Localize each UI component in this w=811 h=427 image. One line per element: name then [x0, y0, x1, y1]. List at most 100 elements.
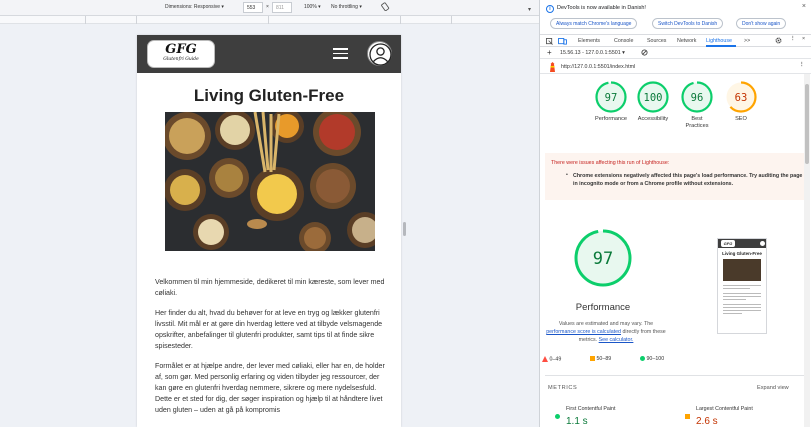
score-gauges: 97 Performance 100 Accessibility 96 Best Prac…: [540, 80, 811, 144]
article-body: Velkommen til min hjemmeside, dedikeret …: [155, 277, 385, 425]
legend-pass-range: 90–100: [646, 356, 665, 362]
notice-text: DevTools is now available in Danish!: [557, 5, 646, 11]
scrollbar-thumb[interactable]: [805, 84, 809, 164]
thumb-image: [723, 259, 761, 281]
site-header: GFG Glutenfri Guide: [137, 35, 401, 73]
lighthouse-run-bar: + 15.56.13 - 127.0.0.1:5501 ▾: [540, 47, 811, 59]
run-selector[interactable]: 15.56.13 - 127.0.0.1:5501 ▾: [560, 50, 625, 56]
average-square-icon: [685, 406, 690, 419]
gauge-score-value: 96: [691, 92, 704, 104]
device-toggle-icon[interactable]: [558, 38, 567, 47]
site-logo[interactable]: GFG Glutenfri Guide: [147, 40, 215, 68]
more-options-icon[interactable]: ⋮: [790, 36, 795, 42]
issues-warning-box: There were issues affecting this run of …: [545, 153, 807, 200]
page-screenshot-thumbnail[interactable]: GFG Living Gluten-Free: [717, 238, 767, 334]
logo-sub-text: Glutenfri Guide: [163, 57, 199, 62]
performance-description: Values are estimated and may vary. The p…: [544, 320, 668, 344]
ruler-segment[interactable]: [269, 16, 401, 24]
score-legend: 0–49 50–89 90–100: [540, 355, 811, 365]
issues-title: There were issues affecting this run of …: [551, 160, 670, 166]
score-label: SEO: [735, 116, 747, 122]
device-emulation-area: Dimensions: Responsive ▾ 553 × 811 100% …: [0, 0, 539, 427]
thumb-header: GFG: [718, 239, 766, 248]
clear-icon[interactable]: [641, 49, 648, 58]
gauge-score-value: 63: [735, 92, 748, 104]
language-notice-bar: i DevTools is now available in Danish! ×…: [540, 0, 811, 35]
audited-url[interactable]: http://127.0.0.1:5501/index.html: [561, 64, 635, 70]
score-gauge-seo[interactable]: 63 SEO: [716, 80, 766, 123]
more-tabs-button[interactable]: >>: [744, 38, 750, 44]
height-input[interactable]: 811: [272, 2, 292, 13]
expand-view-button[interactable]: Expand view: [757, 385, 789, 391]
always-match-language-button[interactable]: Always match Chrome's language: [550, 18, 638, 29]
score-label: Best Practices: [685, 116, 709, 129]
width-input[interactable]: 553: [243, 2, 263, 13]
perf-desc-text: Values are estimated and may vary. The: [558, 321, 654, 327]
article-paragraph: Velkommen til min hjemmeside, dedikeret …: [155, 278, 385, 297]
metric-value: 2.6 s: [696, 416, 718, 427]
dimensions-dropdown[interactable]: Dimensions: Responsive ▾: [165, 4, 224, 10]
devtools-tab-bar: Elements Console Sources Network Lightho…: [540, 35, 811, 47]
collapse-arrow-icon[interactable]: ▾: [528, 6, 531, 13]
ruler-segment[interactable]: [452, 16, 539, 24]
rotate-icon[interactable]: [381, 2, 390, 13]
gauge-score-value: 97: [593, 249, 613, 269]
tab-network[interactable]: Network: [677, 38, 696, 44]
dont-show-again-button[interactable]: Don't show again: [736, 18, 787, 29]
switch-to-danish-button[interactable]: Switch DevTools to Danish: [652, 18, 724, 29]
tab-console[interactable]: Console: [614, 38, 633, 44]
lighthouse-logo-icon: [549, 62, 556, 72]
metric-name: Largest Contentful Paint: [696, 406, 753, 412]
issues-item: Chrome extensions negatively affected th…: [573, 173, 803, 187]
ruler-segment[interactable]: [401, 16, 452, 24]
thumb-logo: GFG: [721, 240, 735, 247]
inspect-element-icon[interactable]: [546, 38, 553, 47]
see-calculator-link[interactable]: See calculator.: [599, 337, 634, 343]
legend-fail: 0–49: [542, 356, 561, 362]
metric-name: First Contentful Paint: [566, 406, 616, 412]
score-gauge-accessibility[interactable]: 100 Accessibility: [628, 80, 678, 123]
gauge-score-value: 97: [605, 92, 618, 104]
viewport-resize-handle[interactable]: [403, 222, 406, 236]
url-menu-icon[interactable]: ⋮: [799, 62, 804, 68]
legend-average-range: 50–89: [596, 356, 612, 362]
legend-average: 50–89: [590, 356, 611, 362]
legend-pass: 90–100: [640, 356, 664, 362]
legend-fail-range: 0–49: [549, 356, 562, 363]
page-title: Living Gluten-Free: [193, 86, 345, 105]
devtools-panel: i DevTools is now available in Danish! ×…: [539, 0, 811, 427]
ruler-segment[interactable]: [137, 16, 269, 24]
info-icon: i: [546, 5, 554, 13]
metric-value: 1.1 s: [566, 416, 588, 427]
close-devtools-icon[interactable]: ×: [802, 36, 805, 42]
tab-lighthouse[interactable]: Lighthouse: [706, 38, 732, 44]
tab-elements[interactable]: Elements: [578, 38, 600, 44]
times-sign: ×: [266, 4, 269, 10]
throttling-dropdown[interactable]: No throttling ▾: [331, 4, 362, 10]
thumb-text-lines: [723, 285, 761, 314]
gauge-score-value: 100: [644, 92, 663, 104]
performance-label: Performance: [575, 302, 631, 313]
ruler-segment[interactable]: [86, 16, 137, 24]
emulated-page: GFG Glutenfri Guide Living Gluten-Free V…: [137, 35, 401, 427]
pass-dot-icon: [555, 406, 560, 419]
section-divider: [545, 375, 807, 376]
media-query-ruler[interactable]: [0, 16, 539, 24]
profile-icon[interactable]: [367, 41, 392, 66]
performance-gauge-large[interactable]: 97: [571, 226, 635, 290]
zoom-dropdown[interactable]: 100% ▾: [304, 4, 321, 10]
hero-image-grains: [165, 112, 375, 251]
tab-sources[interactable]: Sources: [647, 38, 666, 44]
ruler-segment[interactable]: [0, 16, 86, 24]
thumb-title: Living Gluten-Free: [722, 251, 762, 256]
hamburger-menu-icon[interactable]: [333, 48, 348, 59]
thumb-profile-icon: [760, 241, 765, 246]
settings-gear-icon[interactable]: [775, 37, 782, 46]
article-paragraph: Formålet er at hjælpe andre, der lever m…: [155, 362, 385, 414]
add-report-icon[interactable]: +: [547, 48, 552, 57]
score-gauge-best-practices[interactable]: 96 Best Practices: [672, 80, 722, 130]
device-toolbar: Dimensions: Responsive ▾ 553 × 811 100% …: [0, 0, 539, 16]
close-icon[interactable]: ×: [802, 3, 806, 10]
bullet: •: [566, 172, 568, 178]
score-calculated-link[interactable]: performance score is calculated: [546, 329, 621, 335]
